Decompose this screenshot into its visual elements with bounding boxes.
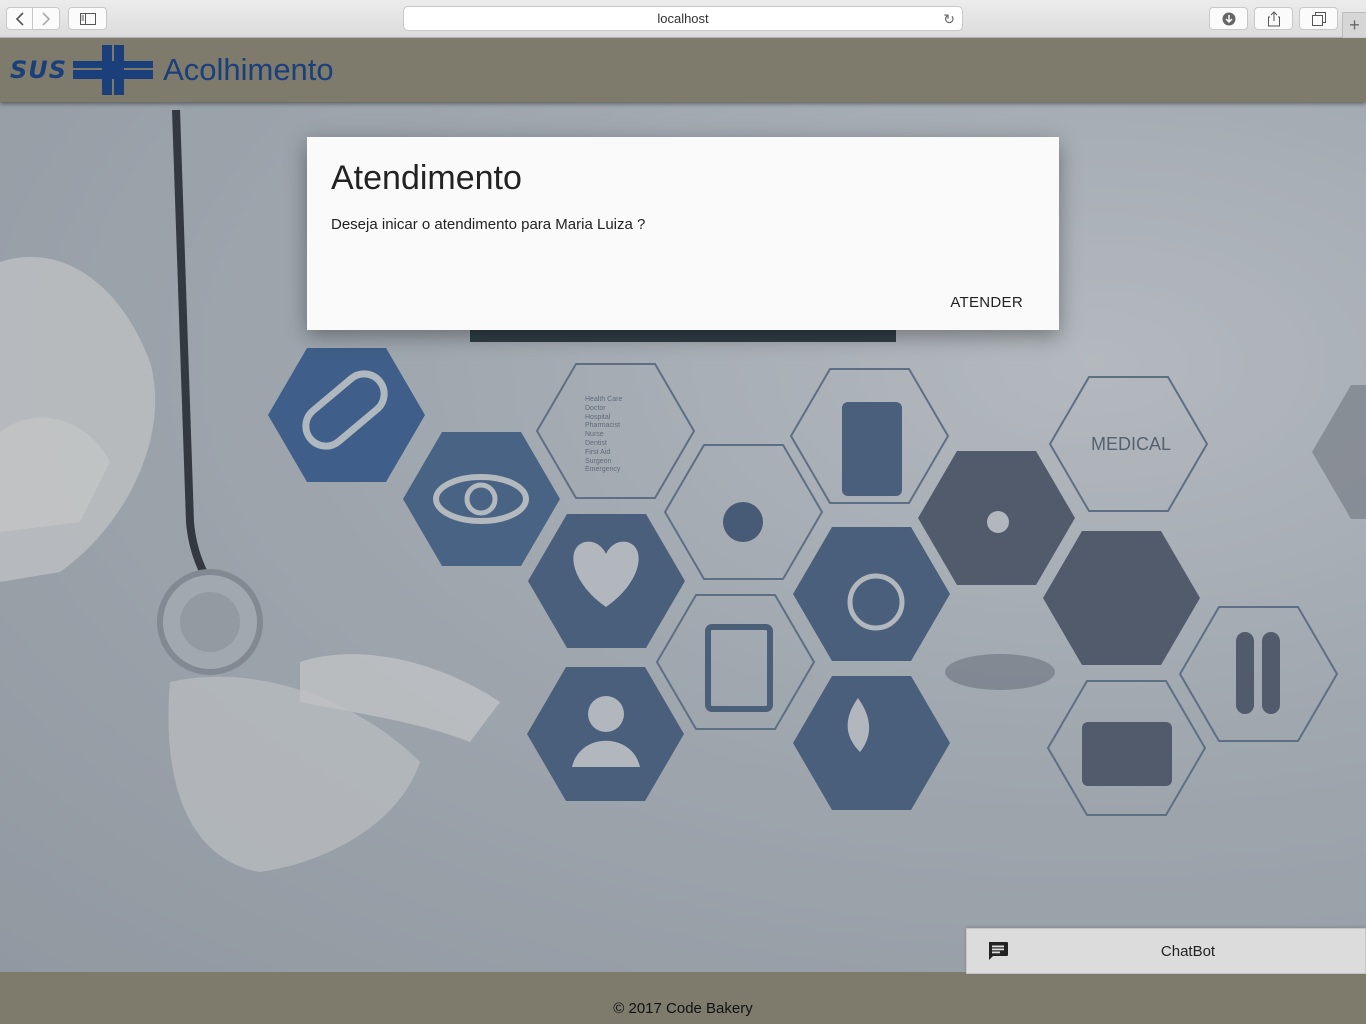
chevron-right-icon [42, 11, 51, 26]
atender-button[interactable]: ATENDER [950, 294, 1023, 311]
app-header: SUS Acolhimento [0, 38, 1366, 102]
browser-actions [1209, 7, 1338, 30]
chevron-left-icon [15, 11, 24, 26]
downloads-button[interactable] [1209, 7, 1248, 30]
forward-button[interactable] [33, 7, 60, 30]
address-bar[interactable]: localhost ↻ [403, 6, 963, 31]
share-button[interactable] [1254, 7, 1293, 30]
app-title: Acolhimento [163, 52, 334, 87]
tabs-button[interactable] [1299, 7, 1338, 30]
page-footer: © 2017 Code Bakery [0, 972, 1366, 1024]
back-button[interactable] [6, 7, 33, 30]
logo-sus-text: SUS [10, 56, 68, 84]
attendance-dialog: Atendimento Deseja inicar o atendimento … [307, 137, 1059, 330]
download-icon [1222, 12, 1235, 25]
share-icon [1267, 10, 1280, 26]
footer-copyright: © 2017 Code Bakery [613, 1000, 753, 1017]
chatbot-widget[interactable]: ChatBot [966, 928, 1366, 974]
sus-logo[interactable]: SUS Acolhimento [10, 44, 334, 96]
reload-icon[interactable]: ↻ [943, 11, 955, 28]
sidebar-icon [79, 12, 96, 25]
dialog-title: Atendimento [331, 159, 522, 197]
browser-nav [6, 7, 60, 30]
cross-icon [73, 45, 154, 95]
address-text: localhost [657, 11, 709, 26]
underlying-card-edge [470, 328, 896, 342]
dialog-message: Deseja inicar o atendimento para Maria L… [331, 216, 646, 233]
new-tab-button[interactable]: + [1342, 12, 1366, 38]
sidebar-toggle-button[interactable] [68, 7, 107, 30]
tabs-icon [1311, 11, 1326, 26]
browser-toolbar: localhost ↻ + [0, 0, 1366, 38]
chatbot-label: ChatBot [1160, 943, 1216, 960]
